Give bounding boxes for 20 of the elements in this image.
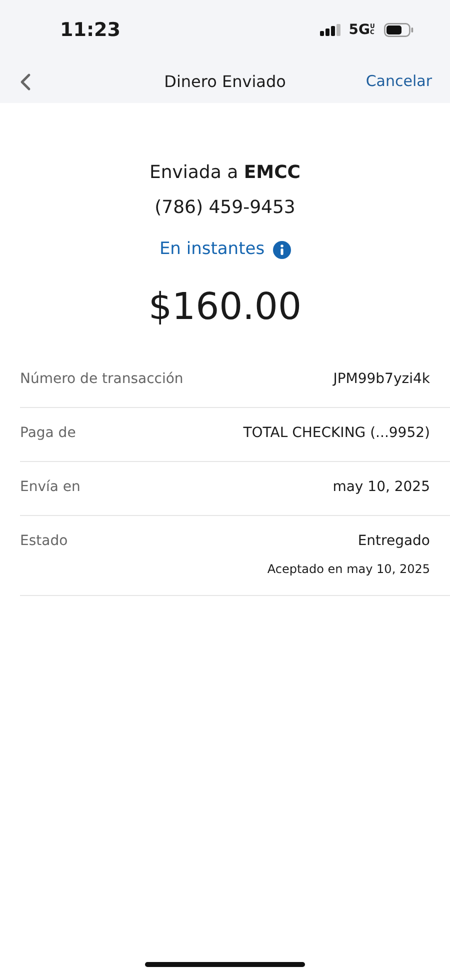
detail-label: Paga de	[20, 424, 76, 443]
amount: $160.00	[148, 284, 302, 330]
detail-label: Envía en	[20, 478, 80, 497]
info-icon[interactable]	[272, 240, 291, 259]
detail-label: Estado	[20, 532, 68, 551]
detail-label: Número de transacción	[20, 370, 184, 389]
detail-value: TOTAL CHECKING (...9952)	[243, 424, 430, 443]
detail-note: Aceptado en may 10, 2025	[267, 561, 430, 578]
signal-icon	[320, 24, 341, 36]
recipient-text: Enviada a EMCC	[149, 161, 301, 185]
cancel-button[interactable]: Cancelar	[366, 70, 432, 93]
screen-title: Dinero Enviado	[164, 70, 286, 92]
battery-icon	[384, 23, 414, 37]
detail-value: Entregado	[358, 532, 430, 551]
status-time: 11:23	[60, 18, 120, 43]
detail-value: may 10, 2025	[332, 478, 430, 497]
detail-value: JPM99b7yzi4k	[333, 370, 430, 389]
network-label: 5G	[348, 20, 370, 40]
delivery-speed-text: En instantes	[159, 238, 265, 261]
phone-number: (786) 459-9453	[154, 196, 296, 220]
